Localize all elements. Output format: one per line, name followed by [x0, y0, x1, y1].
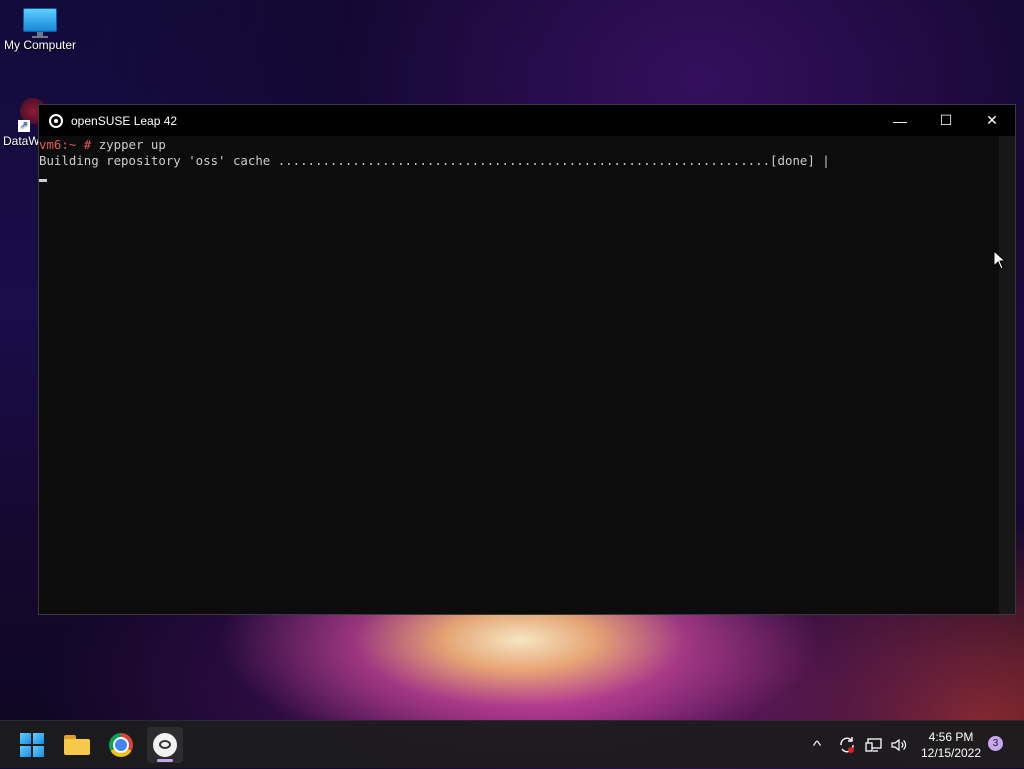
sync-icon: [840, 737, 854, 753]
cursor-line: [39, 169, 999, 185]
chrome-button[interactable]: [103, 727, 139, 763]
folder-icon: [64, 735, 90, 755]
output-line: Building repository 'oss' cache ........…: [39, 153, 830, 168]
start-button[interactable]: [14, 727, 50, 763]
chrome-icon: [109, 733, 133, 757]
mouse-pointer-icon: [993, 250, 1007, 270]
prompt-hash: #: [83, 137, 99, 152]
tray-volume[interactable]: [889, 721, 909, 769]
desktop-icon-my-computer[interactable]: My Computer: [0, 8, 80, 52]
tray-sync[interactable]: [837, 721, 857, 769]
active-indicator: [157, 759, 173, 762]
opensuse-icon: [153, 733, 177, 757]
clock-date: 12/15/2022: [920, 746, 982, 760]
volume-icon: [891, 738, 907, 752]
desktop-icon-label: My Computer: [3, 38, 77, 52]
desktop-icon-dataw[interactable]: ↗ DataW: [0, 98, 46, 148]
monitor-icon: [23, 8, 57, 38]
opensuse-terminal-button[interactable]: [147, 727, 183, 763]
tray-network[interactable]: [864, 721, 884, 769]
terminal-scrollbar[interactable]: [999, 136, 1015, 614]
command-text: zypper up: [98, 137, 166, 152]
prompt-line: vm6:~ # zypper up: [39, 137, 999, 153]
maximize-button[interactable]: ☐: [923, 105, 969, 136]
close-button[interactable]: ✕: [969, 105, 1015, 136]
opensuse-icon: [49, 113, 63, 128]
tray-chevron[interactable]: ^: [812, 721, 822, 769]
taskbar: ^ 4:56 PM 12/15/2022: [0, 720, 1024, 768]
text-cursor: [39, 179, 47, 182]
notification-badge[interactable]: 3: [988, 736, 1003, 751]
desktop-icon-label: DataW: [3, 134, 40, 148]
windows-logo-icon: [20, 733, 44, 757]
terminal-window[interactable]: openSUSE Leap 42 — ☐ ✕ vm6:~ # zypper up…: [38, 104, 1016, 615]
terminal-output[interactable]: vm6:~ # zypper up Building repository 'os…: [39, 136, 999, 614]
file-explorer-button[interactable]: [59, 727, 95, 763]
prompt-host: vm6:~: [39, 137, 84, 152]
clock-time: 4:56 PM: [928, 730, 974, 744]
minimize-button[interactable]: —: [877, 105, 923, 136]
system-clock[interactable]: 4:56 PM 12/15/2022: [918, 729, 984, 761]
window-title: openSUSE Leap 42: [71, 113, 178, 128]
chevron-up-icon: ^: [812, 737, 822, 753]
window-titlebar[interactable]: openSUSE Leap 42 — ☐ ✕: [39, 105, 1015, 136]
network-icon: [865, 738, 882, 752]
